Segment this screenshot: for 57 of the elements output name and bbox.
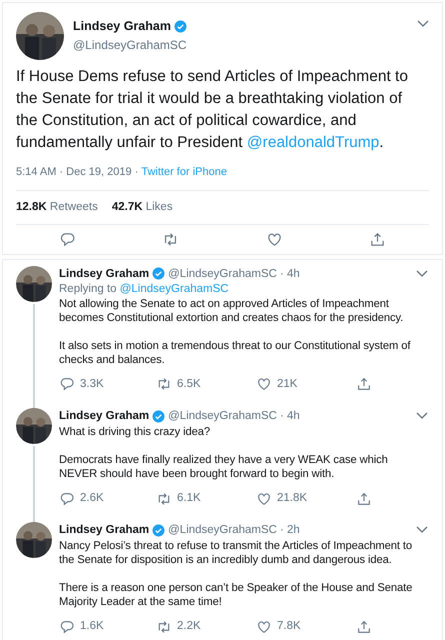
share-icon[interactable] bbox=[356, 376, 372, 392]
chevron-down-icon[interactable] bbox=[417, 20, 429, 28]
mention-link[interactable]: @realdonaldTrump bbox=[246, 134, 380, 151]
reply-count: 2.6K bbox=[80, 491, 104, 506]
like-count: 7.8K bbox=[277, 619, 301, 634]
tweet-text: If House Dems refuse to send Articles of Impeachment to the Senate for trial it would be a breathtaking violation of the Constitution, an act of political cowardice, and fundamentally unfair to President @realdonaldTrump. bbox=[16, 67, 409, 153]
author-handle[interactable]: @LindseyGrahamSC bbox=[168, 408, 277, 424]
chevron-down-icon[interactable] bbox=[416, 526, 428, 534]
avatar[interactable] bbox=[16, 266, 52, 302]
tweet-age: · 4h bbox=[280, 409, 300, 424]
retweet-count: 6.5K bbox=[177, 376, 201, 392]
author-name[interactable]: Lindsey Graham bbox=[59, 266, 150, 282]
handle-link[interactable]: @LindseyGrahamSC bbox=[120, 282, 229, 295]
speech-bubble-icon[interactable] bbox=[59, 618, 75, 635]
like-count: 21.8K bbox=[277, 491, 308, 506]
avatar[interactable] bbox=[16, 408, 52, 444]
avatar[interactable] bbox=[16, 12, 64, 60]
author-handle[interactable]: @LindseyGrahamSC bbox=[73, 36, 408, 54]
speech-bubble-icon[interactable] bbox=[59, 376, 75, 392]
author-handle[interactable]: @LindseyGrahamSC bbox=[168, 522, 277, 538]
tweet-text: Democrats have finally realized they have a very WEAK case which NEVER should have been brought forward to begin with. bbox=[59, 453, 389, 481]
replying-to-text: Replying to @LindseyGrahamSC bbox=[59, 282, 230, 296]
retweet-count: 2.2K bbox=[177, 619, 201, 634]
chevron-down-icon[interactable] bbox=[416, 270, 428, 278]
heart-icon[interactable] bbox=[266, 230, 283, 248]
tweet-text: There is a reason one person can’t be Speaker of the House and Senate Majority Leader at the same time! bbox=[59, 581, 414, 610]
tweet-timestamp: 5:14 AM · Dec 19, 2019 · bbox=[16, 165, 140, 180]
like-count: 21K bbox=[277, 376, 298, 392]
author-name[interactable]: Lindsey Graham bbox=[59, 408, 150, 424]
author-name[interactable]: Lindsey Graham bbox=[59, 522, 150, 538]
author-name[interactable]: Lindsey Graham bbox=[73, 17, 171, 36]
author-handle[interactable]: @LindseyGrahamSC bbox=[168, 266, 277, 282]
heart-icon[interactable] bbox=[256, 618, 272, 635]
avatar[interactable] bbox=[16, 522, 52, 558]
stat-link[interactable]: 42.7K Likes bbox=[112, 198, 173, 216]
speech-bubble-icon[interactable] bbox=[59, 490, 75, 507]
retweet-count: 6.1K bbox=[177, 491, 201, 506]
retweet-icon[interactable] bbox=[156, 490, 172, 507]
tweet-text: It also sets in motion a tremendous threat to our Constitutional system of checks and balances. bbox=[59, 338, 412, 367]
share-icon[interactable] bbox=[356, 490, 372, 507]
tweet-age: · 2h bbox=[280, 523, 300, 538]
chevron-down-icon[interactable] bbox=[416, 412, 428, 420]
share-icon[interactable] bbox=[356, 618, 372, 635]
stat-link[interactable]: 12.8K Retweets bbox=[16, 198, 98, 216]
share-icon[interactable] bbox=[368, 230, 386, 248]
source-link[interactable]: Twitter for iPhone bbox=[141, 164, 227, 180]
tweet-text: Nancy Pelosi’s threat to refuse to transmit the Articles of Impeachment to the Senate for disposition is an incredibly dumb and dangerous idea. bbox=[59, 539, 414, 568]
reply-count: 1.6K bbox=[80, 619, 104, 634]
retweet-icon[interactable] bbox=[156, 618, 172, 635]
reply-count: 3.3K bbox=[80, 376, 104, 392]
tweet-text: Not allowing the Senate to act on approved Articles of Impeachment becomes Constitutional extortion and creates chaos for the presidency. bbox=[59, 296, 404, 325]
tweet-text: What is driving this crazy idea? bbox=[59, 425, 211, 439]
heart-icon[interactable] bbox=[256, 376, 272, 392]
tweet-age: · 4h bbox=[280, 266, 300, 282]
heart-icon[interactable] bbox=[256, 490, 272, 507]
retweet-icon[interactable] bbox=[156, 376, 172, 392]
speech-bubble-icon[interactable] bbox=[59, 230, 76, 248]
